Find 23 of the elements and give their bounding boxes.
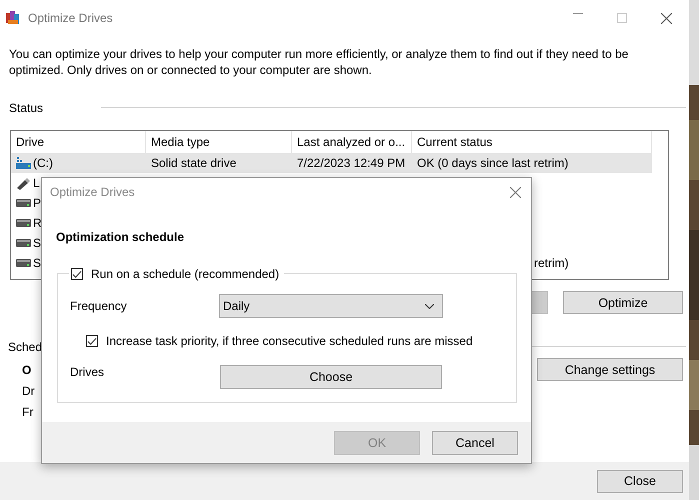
checkbox-label: Run on a schedule (recommended)	[91, 267, 280, 281]
field-label: Frequency	[70, 299, 128, 313]
drive-name: L	[33, 176, 40, 190]
group-label: Sched	[8, 340, 42, 354]
drive-name: (C:)	[33, 156, 53, 170]
drive-name: S	[33, 256, 42, 270]
field-label: Drives	[70, 365, 106, 379]
schedule-info: Dr	[22, 384, 35, 398]
media-type: Solid state drive	[151, 156, 236, 170]
drive-name: R	[33, 216, 42, 230]
description: You can optimize your drives to help your computer run more efficiently, or analyze them to find out if they need to be optimized. Only drives on or connected to your computer are shown.	[8, 46, 630, 79]
checkbox-label: Increase task priority, if three consecutive scheduled runs are missed	[106, 334, 473, 348]
last-analyzed: 7/22/2023 12:49 PM	[297, 156, 406, 170]
dialog-title: Optimize Drives	[50, 185, 135, 199]
schedule-info: Fr	[22, 405, 34, 419]
section-heading: Optimization schedule	[56, 230, 186, 246]
current-status: OK (0 days since last retrim)	[417, 156, 568, 170]
group-label: Status	[9, 100, 44, 114]
drive-name: P	[33, 196, 42, 210]
drive-name: S	[33, 236, 42, 250]
schedule-info: O	[22, 363, 32, 377]
current-status: retrim)	[534, 256, 569, 270]
window-title: Optimize Drives	[28, 11, 113, 25]
